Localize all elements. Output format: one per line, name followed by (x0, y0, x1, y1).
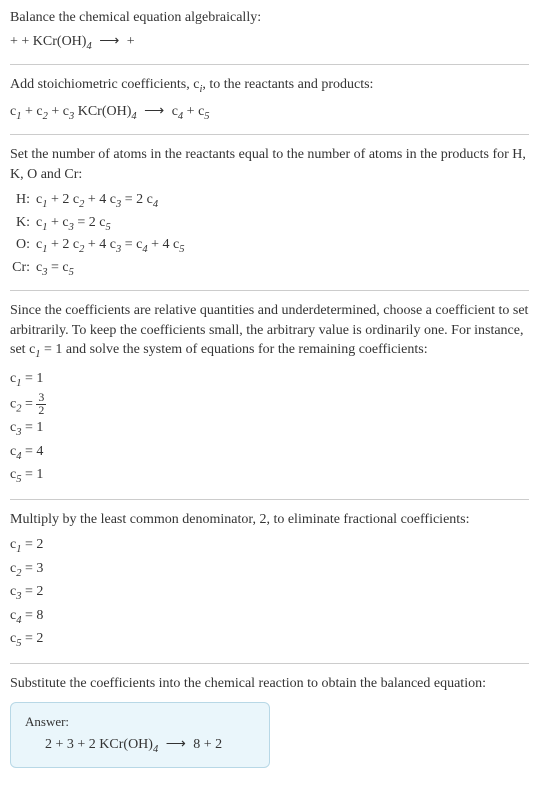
eq: = 3 (21, 561, 43, 576)
stoich-section: Add stoichiometric coefficients, ci, to … (10, 75, 529, 135)
coeff-row: c1 = 2 (10, 535, 529, 557)
intro-equation: + + KCr(OH)4 ⟶ + (10, 32, 529, 54)
atom-label: Cr: (10, 258, 36, 278)
coeff-row: c1 = 1 (10, 369, 529, 391)
arbitrary-section: Since the coefficients are relative quan… (10, 301, 529, 500)
intro-eq-prefix: + + KCr(OH) (10, 34, 86, 49)
atom-table: H: c1 + 2 c2 + 4 c3 = 2 c4 K: c1 + c3 = … (10, 190, 529, 280)
kcroh-sub: 4 (131, 110, 136, 121)
arbitrary-text: Since the coefficients are relative quan… (10, 301, 529, 363)
atom-eq: c1 + c3 = 2 c5 (36, 213, 111, 235)
t: = (121, 237, 136, 252)
eq: = 1 (21, 420, 43, 435)
plus: + (21, 104, 36, 119)
plus: + (183, 104, 198, 119)
t: = 2 (74, 215, 99, 230)
arrow-icon: ⟶ (140, 104, 168, 119)
answer-label: Answer: (25, 713, 255, 731)
eq: = 1 (21, 371, 43, 386)
t: + (47, 215, 62, 230)
substitute-text: Substitute the coefficients into the che… (10, 674, 529, 694)
eq: = 4 (21, 444, 43, 459)
coeff-row: c2 = 3 (10, 559, 529, 581)
answer-equation: 2 + 3 + 2 KCr(OH)4 ⟶ 8 + 2 (25, 735, 255, 757)
stoich-text-before: Add stoichiometric coefficients, (10, 77, 193, 92)
t: + 4 (84, 237, 109, 252)
intro-section: Balance the chemical equation algebraica… (10, 8, 529, 65)
eq: = 8 (21, 608, 43, 623)
atom-eq: c3 = c5 (36, 258, 74, 280)
stoich-equation: c1 + c2 + c3 KCr(OH)4 ⟶ c4 + c5 (10, 102, 529, 124)
c5-sub: 5 (204, 110, 209, 121)
coeff-list: c1 = 1 c2 = 32 c3 = 1 c4 = 4 c5 = 1 (10, 369, 529, 488)
atom-eq: c1 + 2 c2 + 4 c3 = 2 c4 (36, 190, 158, 212)
plus: + (48, 104, 63, 119)
atom-label: H: (10, 190, 36, 210)
multiply-text: Multiply by the least common denominator… (10, 510, 529, 530)
kcroh: KCr(OH) (74, 104, 131, 119)
arrow-icon: ⟶ (95, 34, 123, 49)
arb-text-2: = 1 and solve the system of equations fo… (41, 342, 428, 357)
atom-row-k: K: c1 + c3 = 2 c5 (10, 213, 529, 235)
atom-row-o: O: c1 + 2 c2 + 4 c3 = c4 + 4 c5 (10, 235, 529, 257)
stoich-text-after: , to the reactants and products: (202, 77, 373, 92)
intro-eq-suffix: + (127, 34, 135, 49)
atoms-section: Set the number of atoms in the reactants… (10, 145, 529, 291)
s: 5 (105, 222, 110, 233)
coeff-row: c4 = 8 (10, 606, 529, 628)
answer-eq-sub: 4 (153, 743, 158, 754)
t: + 2 (47, 237, 72, 252)
intro-eq-sub: 4 (86, 40, 91, 51)
coeff-row: c2 = 32 (10, 392, 529, 417)
eq: = (21, 397, 36, 412)
fraction: 32 (36, 392, 46, 417)
atom-row-h: H: c1 + 2 c2 + 4 c3 = 2 c4 (10, 190, 529, 212)
eq: = 1 (21, 467, 43, 482)
t: + 4 (148, 237, 173, 252)
t: = (47, 260, 62, 275)
eq: = 2 (21, 631, 43, 646)
frac-den: 2 (36, 405, 46, 417)
atom-eq: c1 + 2 c2 + 4 c3 = c4 + 4 c5 (36, 235, 184, 257)
coeff-row: c3 = 2 (10, 582, 529, 604)
arrow-icon: ⟶ (162, 737, 190, 752)
coeff-row: c4 = 4 (10, 442, 529, 464)
t: + 4 (84, 192, 109, 207)
substitute-section: Substitute the coefficients into the che… (10, 674, 529, 778)
s: 5 (179, 244, 184, 255)
atoms-intro: Set the number of atoms in the reactants… (10, 145, 529, 184)
answer-box: Answer: 2 + 3 + 2 KCr(OH)4 ⟶ 8 + 2 (10, 702, 270, 769)
coeff-row: c3 = 1 (10, 418, 529, 440)
s: 4 (153, 199, 158, 210)
stoich-text: Add stoichiometric coefficients, ci, to … (10, 75, 529, 97)
atom-row-cr: Cr: c3 = c5 (10, 258, 529, 280)
t: + 2 (47, 192, 72, 207)
multiply-section: Multiply by the least common denominator… (10, 510, 529, 664)
coeff-row: c5 = 1 (10, 465, 529, 487)
t: = 2 (121, 192, 146, 207)
atom-label: K: (10, 213, 36, 233)
eq: = 2 (21, 584, 43, 599)
eq: = 2 (21, 537, 43, 552)
coeff-list: c1 = 2 c2 = 3 c3 = 2 c4 = 8 c5 = 2 (10, 535, 529, 651)
intro-line1: Balance the chemical equation algebraica… (10, 8, 529, 28)
answer-eq-p2: 8 + 2 (193, 737, 222, 752)
answer-eq-p1: 2 + 3 + 2 KCr(OH) (45, 737, 153, 752)
s: 5 (69, 266, 74, 277)
coeff-row: c5 = 2 (10, 629, 529, 651)
atom-label: O: (10, 235, 36, 255)
